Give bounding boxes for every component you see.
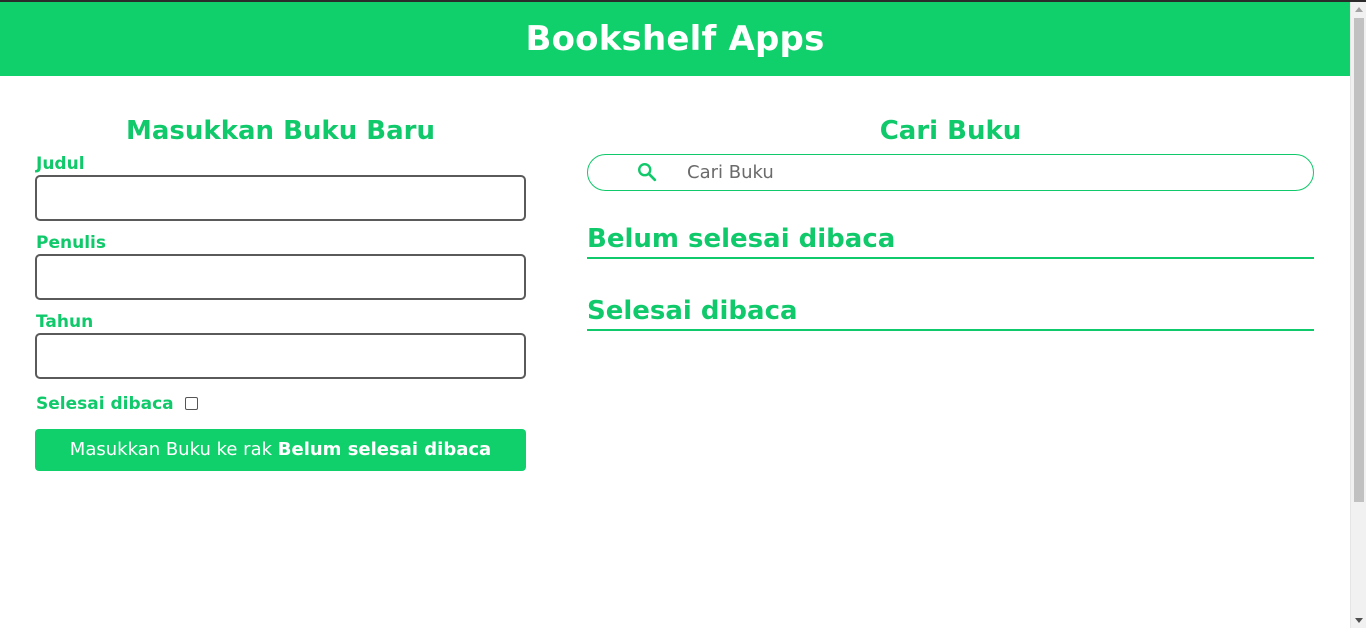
browser-viewport: Bookshelf Apps Masukkan Buku Baru Judul … (0, 0, 1366, 628)
title-input[interactable] (35, 175, 526, 221)
page: Bookshelf Apps Masukkan Buku Baru Judul … (0, 2, 1350, 628)
scroll-down-icon[interactable] (1355, 618, 1363, 623)
search-icon (638, 163, 657, 182)
submit-prefix: Masukkan Buku ke rak (69, 439, 273, 460)
author-input[interactable] (35, 254, 526, 300)
submit-target: Belum selesai dibaca (277, 439, 492, 460)
add-book-title: Masukkan Buku Baru (126, 116, 435, 146)
finished-checkbox[interactable] (184, 396, 198, 410)
add-book-section: Masukkan Buku Baru Judul Penulis Tahun S… (35, 114, 526, 471)
year-input[interactable] (35, 333, 526, 379)
app-header: Bookshelf Apps (0, 2, 1350, 76)
shelf-finished-title: Selesai dibaca (587, 293, 1314, 331)
page-scrollbar[interactable] (1350, 2, 1366, 628)
bookshelf-section: Cari Buku Cari Buku Belum selesai dibaca… (587, 114, 1314, 331)
title-label: Judul (36, 154, 85, 174)
search-placeholder: Cari Buku (687, 162, 774, 183)
author-label: Penulis (36, 233, 106, 253)
submit-book-button[interactable]: Masukkan Buku ke rak Belum selesai dibac… (35, 429, 526, 471)
search-title: Cari Buku (879, 116, 1022, 146)
scroll-up-icon[interactable] (1355, 7, 1363, 12)
scrollbar-thumb[interactable] (1354, 18, 1364, 502)
shelf-unfinished-title: Belum selesai dibaca (587, 221, 1314, 259)
app-title: Bookshelf Apps (525, 19, 825, 59)
finished-label: Selesai dibaca (36, 393, 174, 414)
finished-row: Selesai dibaca (35, 393, 526, 415)
search-input[interactable]: Cari Buku (587, 154, 1314, 191)
year-label: Tahun (36, 312, 94, 332)
